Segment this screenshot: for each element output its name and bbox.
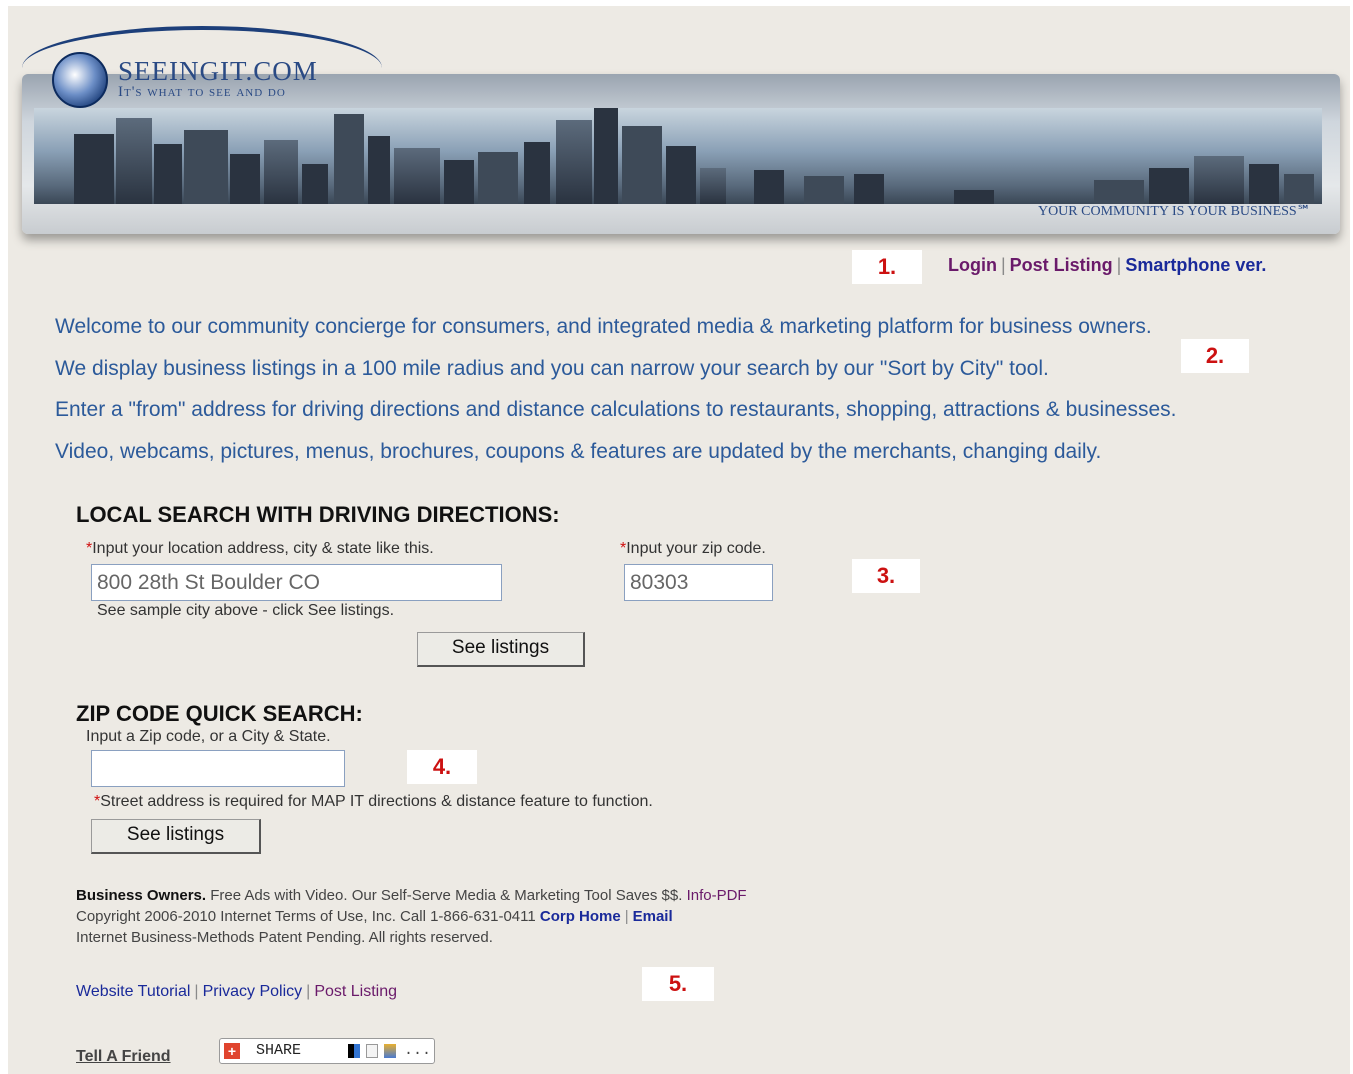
footer-separator: | [306, 983, 311, 1000]
myspace-icon [384, 1044, 396, 1058]
zip-quick-search-input[interactable] [91, 750, 345, 787]
logo-tagline: It's what to see and do [118, 84, 286, 100]
copyright-line: Copyright 2006-2010 Internet Terms of Us… [76, 908, 673, 925]
zip-see-listings-button[interactable]: See listings [91, 819, 261, 854]
city-skyline-image [34, 108, 1322, 204]
business-owners-label: Business Owners. [76, 887, 207, 904]
footer-links: Website Tutorial | Privacy Policy | Post Lis… [76, 983, 397, 1001]
banner-slogan: YOUR COMMUNITY IS YOUR BUSINESS℠ [1037, 204, 1311, 219]
sample-note: See sample city above - click See listin… [97, 602, 395, 619]
intro-text: Welcome to our community concierge for c… [55, 306, 1177, 472]
zip-input[interactable] [624, 564, 773, 601]
see-listings-button[interactable]: See listings [417, 632, 585, 667]
delicious-icon [348, 1044, 360, 1058]
marker-3: 3. [852, 559, 920, 593]
share-more: ... [404, 1042, 432, 1059]
footer-separator: | [194, 983, 199, 1000]
address-label: *Input your location address, city & sta… [86, 540, 434, 557]
intro-line: We display business listings in a 100 mi… [55, 356, 1049, 380]
zip-search-heading: ZIP CODE QUICK SEARCH: [76, 701, 363, 726]
digg-icon [366, 1044, 378, 1058]
zip-label: *Input your zip code. [620, 540, 766, 557]
post-listing-footer-link[interactable]: Post Listing [314, 983, 397, 1000]
login-link[interactable]: Login [948, 255, 997, 275]
share-button[interactable]: + SHARE ... [219, 1038, 435, 1064]
privacy-policy-link[interactable]: Privacy Policy [203, 983, 303, 1000]
marker-2: 2. [1181, 339, 1249, 373]
address-input[interactable] [91, 564, 502, 601]
street-address-note: *Street address is required for MAP IT d… [94, 793, 653, 810]
business-owners-line: Business Owners. Free Ads with Video. Ou… [76, 887, 747, 904]
info-pdf-link[interactable]: Info-PDF [687, 887, 747, 904]
smartphone-version-link[interactable]: Smartphone ver. [1125, 255, 1266, 275]
tell-a-friend-link[interactable]: Tell A Friend [76, 1048, 171, 1066]
intro-line: Welcome to our community concierge for c… [55, 315, 1152, 338]
nav-separator: | [1116, 255, 1122, 275]
marker-4: 4. [407, 750, 477, 784]
local-search-heading: LOCAL SEARCH WITH DRIVING DIRECTIONS: [76, 502, 560, 527]
corp-home-link[interactable]: Corp Home [540, 908, 621, 925]
intro-line: Video, webcams, pictures, menus, brochur… [55, 439, 1102, 463]
share-label: SHARE [256, 1042, 302, 1059]
website-tutorial-link[interactable]: Website Tutorial [76, 983, 190, 1000]
addthis-plus-icon: + [224, 1043, 240, 1059]
globe-logo-icon [52, 52, 108, 108]
nav-separator: | [1000, 255, 1006, 275]
marker-1: 1. [852, 250, 922, 284]
footer-separator: | [624, 908, 629, 925]
email-link[interactable]: Email [633, 908, 673, 925]
zip-search-label: Input a Zip code, or a City & State. [86, 728, 331, 745]
intro-line: Enter a "from" address for driving direc… [55, 398, 1177, 421]
patent-line: Internet Business-Methods Patent Pending… [76, 929, 493, 946]
post-listing-link[interactable]: Post Listing [1010, 255, 1113, 275]
top-nav: Login | Post Listing | Smartphone ver. [948, 255, 1266, 276]
marker-5: 5. [642, 967, 714, 1001]
logo-name[interactable]: SEEINGIT.COM [118, 56, 318, 87]
